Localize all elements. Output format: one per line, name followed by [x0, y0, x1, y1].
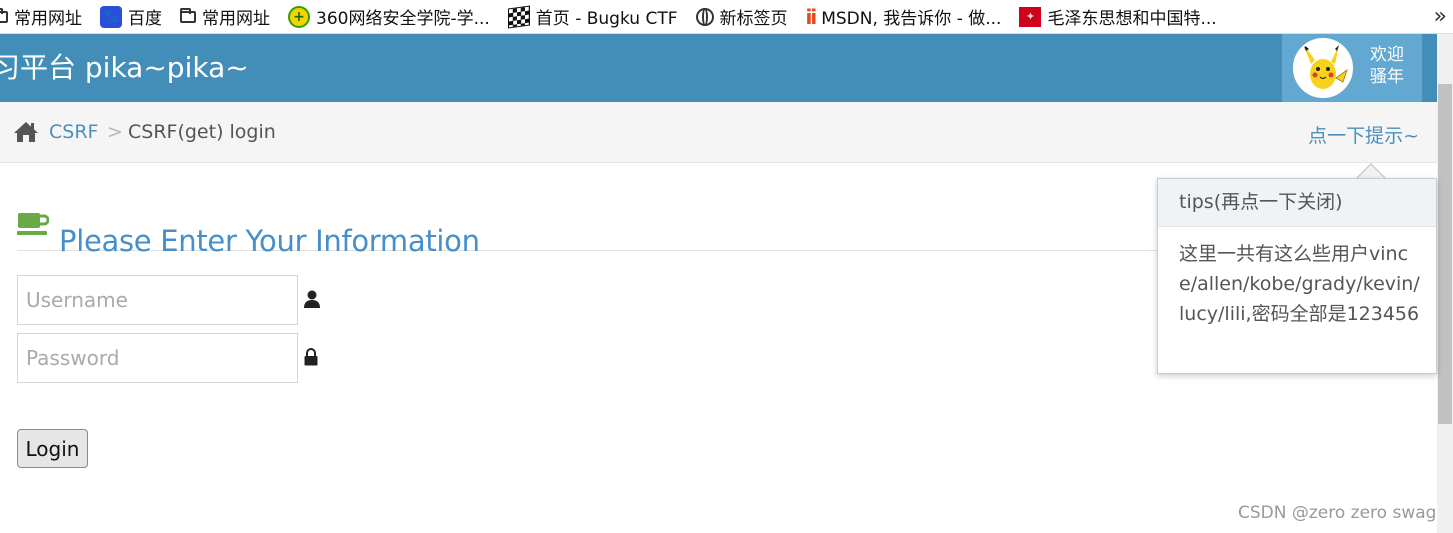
breadcrumb: CSRF > CSRF(get) login 点一下提示~ [0, 102, 1437, 163]
welcome-line-1: 欢迎 [1370, 45, 1404, 65]
bookmark-label: 百度 [128, 9, 162, 29]
scrollbar-thumb[interactable] [1438, 84, 1452, 424]
username-input[interactable] [17, 275, 298, 325]
brand-title[interactable]: 习平台 pika~pika~ [0, 34, 249, 102]
popover-title: tips(再点一下关闭) [1158, 179, 1436, 227]
welcome-line-2: 骚年 [1370, 67, 1404, 87]
red-square-icon: ✦ [1019, 6, 1042, 27]
breadcrumb-current: CSRF(get) login [128, 121, 276, 143]
bookmark-label: 首页 - Bugku CTF [535, 9, 678, 29]
popover-arrow-inner [1357, 165, 1385, 179]
tips-popover[interactable]: tips(再点一下关闭) 这里一共有这么些用户vince/allen/kobe/… [1157, 178, 1437, 374]
checkered-flag-icon [507, 4, 530, 29]
baidu-paw-icon: 🐾 [100, 5, 122, 28]
bookmark-360[interactable]: + 360网络安全学院-学... [288, 4, 490, 29]
bookmark-new-tab[interactable]: 新标签页 [695, 4, 788, 29]
user-icon [304, 290, 320, 312]
bookmark-label: 新标签页 [719, 9, 788, 29]
lock-icon [304, 348, 318, 370]
page-title: Please Enter Your Information [59, 224, 480, 259]
bookmark-msdn[interactable]: ii MSDN, 我告诉你 - 做... [805, 4, 1002, 30]
hint-link[interactable]: 点一下提示~ [1308, 121, 1419, 148]
bookmark-label: 常用网址 [14, 9, 82, 29]
bookmark-baidu[interactable]: 🐾 百度 [100, 4, 162, 29]
bookmark-label: MSDN, 我告诉你 - 做... [821, 9, 1002, 29]
msdn-icon: ii [805, 4, 818, 29]
bookmark-bugku[interactable]: 首页 - Bugku CTF [507, 4, 678, 29]
bookmark-label: 毛泽东思想和中国特... [1047, 9, 1217, 29]
folder-icon [0, 7, 8, 23]
coffee-cup-icon [17, 211, 50, 241]
home-icon[interactable] [13, 121, 39, 147]
pikachu-avatar-icon [1293, 38, 1353, 98]
bookmark-common-sites-1[interactable]: 常用网址 [0, 4, 82, 29]
bookmark-mao[interactable]: ✦ 毛泽东思想和中国特... [1019, 4, 1217, 29]
welcome-text: 欢迎 骚年 [1370, 44, 1404, 88]
login-button[interactable]: Login [17, 429, 88, 468]
breadcrumb-separator: > [107, 121, 123, 143]
globe-icon [695, 7, 714, 26]
bookmark-label: 360网络安全学院-学... [316, 9, 490, 29]
bookmark-common-sites-2[interactable]: 常用网址 [180, 4, 270, 29]
user-menu[interactable]: 欢迎 骚年 [1282, 34, 1422, 102]
bookmark-label: 常用网址 [202, 9, 270, 29]
password-input[interactable] [17, 333, 298, 383]
popover-body: 这里一共有这么些用户vince/allen/kobe/grady/kevin/l… [1179, 243, 1420, 325]
bookmarks-bar: 常用网址 🐾 百度 常用网址 + 360网络安全学院-学... 首页 - Bug… [0, 0, 1453, 34]
more-bookmarks-chevron-icon[interactable]: » [1434, 4, 1447, 29]
folder-icon [180, 7, 196, 23]
page-header: Please Enter Your Information [17, 205, 1157, 258]
breadcrumb-link-csrf[interactable]: CSRF [49, 121, 98, 143]
top-navbar: 习平台 pika~pika~ 欢迎 骚年 [0, 34, 1437, 102]
watermark: CSDN @zero zero swag [1238, 503, 1437, 523]
360-icon: + [288, 5, 310, 28]
